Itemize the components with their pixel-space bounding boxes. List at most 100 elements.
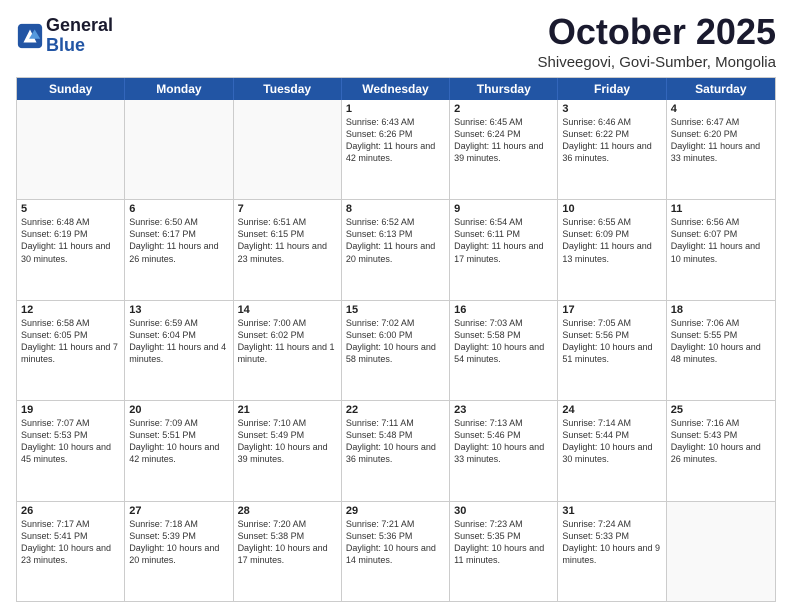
cell-info: Sunrise: 6:51 AM Sunset: 6:15 PM Dayligh… [238, 216, 337, 265]
cell-info: Sunrise: 7:06 AM Sunset: 5:55 PM Dayligh… [671, 317, 771, 366]
cell-info: Sunrise: 7:17 AM Sunset: 5:41 PM Dayligh… [21, 518, 120, 567]
cal-cell: 7Sunrise: 6:51 AM Sunset: 6:15 PM Daylig… [234, 200, 342, 299]
cell-info: Sunrise: 7:21 AM Sunset: 5:36 PM Dayligh… [346, 518, 445, 567]
cal-cell: 8Sunrise: 6:52 AM Sunset: 6:13 PM Daylig… [342, 200, 450, 299]
header-sunday: Sunday [17, 78, 125, 100]
cal-cell: 23Sunrise: 7:13 AM Sunset: 5:46 PM Dayli… [450, 401, 558, 500]
cell-info: Sunrise: 7:09 AM Sunset: 5:51 PM Dayligh… [129, 417, 228, 466]
cal-cell: 20Sunrise: 7:09 AM Sunset: 5:51 PM Dayli… [125, 401, 233, 500]
cal-row-2: 12Sunrise: 6:58 AM Sunset: 6:05 PM Dayli… [17, 300, 775, 400]
cal-cell: 22Sunrise: 7:11 AM Sunset: 5:48 PM Dayli… [342, 401, 450, 500]
cell-info: Sunrise: 7:20 AM Sunset: 5:38 PM Dayligh… [238, 518, 337, 567]
cal-cell: 6Sunrise: 6:50 AM Sunset: 6:17 PM Daylig… [125, 200, 233, 299]
cell-info: Sunrise: 7:18 AM Sunset: 5:39 PM Dayligh… [129, 518, 228, 567]
day-number: 5 [21, 203, 120, 215]
cal-cell: 30Sunrise: 7:23 AM Sunset: 5:35 PM Dayli… [450, 502, 558, 601]
cal-row-3: 19Sunrise: 7:07 AM Sunset: 5:53 PM Dayli… [17, 400, 775, 500]
day-number: 20 [129, 404, 228, 416]
cell-info: Sunrise: 6:59 AM Sunset: 6:04 PM Dayligh… [129, 317, 228, 366]
cal-cell: 5Sunrise: 6:48 AM Sunset: 6:19 PM Daylig… [17, 200, 125, 299]
cal-cell: 26Sunrise: 7:17 AM Sunset: 5:41 PM Dayli… [17, 502, 125, 601]
cal-cell: 25Sunrise: 7:16 AM Sunset: 5:43 PM Dayli… [667, 401, 775, 500]
cell-info: Sunrise: 6:47 AM Sunset: 6:20 PM Dayligh… [671, 116, 771, 165]
cal-cell: 21Sunrise: 7:10 AM Sunset: 5:49 PM Dayli… [234, 401, 342, 500]
cal-cell: 18Sunrise: 7:06 AM Sunset: 5:55 PM Dayli… [667, 301, 775, 400]
cal-cell: 17Sunrise: 7:05 AM Sunset: 5:56 PM Dayli… [558, 301, 666, 400]
cal-cell: 2Sunrise: 6:45 AM Sunset: 6:24 PM Daylig… [450, 100, 558, 199]
cell-info: Sunrise: 7:00 AM Sunset: 6:02 PM Dayligh… [238, 317, 337, 366]
cell-info: Sunrise: 7:03 AM Sunset: 5:58 PM Dayligh… [454, 317, 553, 366]
cal-cell: 14Sunrise: 7:00 AM Sunset: 6:02 PM Dayli… [234, 301, 342, 400]
day-number: 19 [21, 404, 120, 416]
cell-info: Sunrise: 6:50 AM Sunset: 6:17 PM Dayligh… [129, 216, 228, 265]
cal-row-0: 1Sunrise: 6:43 AM Sunset: 6:26 PM Daylig… [17, 100, 775, 199]
day-number: 15 [346, 304, 445, 316]
subtitle: Shiveegovi, Govi-Sumber, Mongolia [538, 54, 776, 71]
day-number: 8 [346, 203, 445, 215]
cell-info: Sunrise: 7:14 AM Sunset: 5:44 PM Dayligh… [562, 417, 661, 466]
cal-cell: 4Sunrise: 6:47 AM Sunset: 6:20 PM Daylig… [667, 100, 775, 199]
day-number: 31 [562, 505, 661, 517]
day-number: 27 [129, 505, 228, 517]
cal-cell: 29Sunrise: 7:21 AM Sunset: 5:36 PM Dayli… [342, 502, 450, 601]
logo-text: General Blue [46, 16, 113, 56]
day-number: 7 [238, 203, 337, 215]
day-number: 11 [671, 203, 771, 215]
cell-info: Sunrise: 7:07 AM Sunset: 5:53 PM Dayligh… [21, 417, 120, 466]
header-tuesday: Tuesday [234, 78, 342, 100]
cal-cell: 3Sunrise: 6:46 AM Sunset: 6:22 PM Daylig… [558, 100, 666, 199]
day-number: 17 [562, 304, 661, 316]
day-number: 26 [21, 505, 120, 517]
cal-cell: 16Sunrise: 7:03 AM Sunset: 5:58 PM Dayli… [450, 301, 558, 400]
cell-info: Sunrise: 7:13 AM Sunset: 5:46 PM Dayligh… [454, 417, 553, 466]
day-number: 25 [671, 404, 771, 416]
day-number: 29 [346, 505, 445, 517]
day-number: 4 [671, 103, 771, 115]
cal-row-1: 5Sunrise: 6:48 AM Sunset: 6:19 PM Daylig… [17, 199, 775, 299]
day-number: 28 [238, 505, 337, 517]
day-number: 16 [454, 304, 553, 316]
day-number: 1 [346, 103, 445, 115]
header-wednesday: Wednesday [342, 78, 450, 100]
cell-info: Sunrise: 6:55 AM Sunset: 6:09 PM Dayligh… [562, 216, 661, 265]
page: General Blue October 2025 Shiveegovi, Go… [0, 0, 792, 612]
logo-icon [16, 22, 44, 50]
day-number: 22 [346, 404, 445, 416]
cal-cell: 27Sunrise: 7:18 AM Sunset: 5:39 PM Dayli… [125, 502, 233, 601]
cell-info: Sunrise: 7:11 AM Sunset: 5:48 PM Dayligh… [346, 417, 445, 466]
day-number: 23 [454, 404, 553, 416]
cell-info: Sunrise: 7:10 AM Sunset: 5:49 PM Dayligh… [238, 417, 337, 466]
cal-cell: 31Sunrise: 7:24 AM Sunset: 5:33 PM Dayli… [558, 502, 666, 601]
day-number: 30 [454, 505, 553, 517]
cell-info: Sunrise: 6:45 AM Sunset: 6:24 PM Dayligh… [454, 116, 553, 165]
cell-info: Sunrise: 6:54 AM Sunset: 6:11 PM Dayligh… [454, 216, 553, 265]
cell-info: Sunrise: 7:24 AM Sunset: 5:33 PM Dayligh… [562, 518, 661, 567]
cell-info: Sunrise: 7:16 AM Sunset: 5:43 PM Dayligh… [671, 417, 771, 466]
calendar: Sunday Monday Tuesday Wednesday Thursday… [16, 77, 776, 602]
header-saturday: Saturday [667, 78, 775, 100]
day-number: 9 [454, 203, 553, 215]
cell-info: Sunrise: 6:58 AM Sunset: 6:05 PM Dayligh… [21, 317, 120, 366]
cal-cell: 15Sunrise: 7:02 AM Sunset: 6:00 PM Dayli… [342, 301, 450, 400]
day-number: 18 [671, 304, 771, 316]
cell-info: Sunrise: 6:46 AM Sunset: 6:22 PM Dayligh… [562, 116, 661, 165]
calendar-header: Sunday Monday Tuesday Wednesday Thursday… [17, 78, 775, 100]
cal-cell: 28Sunrise: 7:20 AM Sunset: 5:38 PM Dayli… [234, 502, 342, 601]
day-number: 24 [562, 404, 661, 416]
cell-info: Sunrise: 6:56 AM Sunset: 6:07 PM Dayligh… [671, 216, 771, 265]
cell-info: Sunrise: 7:05 AM Sunset: 5:56 PM Dayligh… [562, 317, 661, 366]
month-title: October 2025 [538, 12, 776, 52]
cell-info: Sunrise: 7:02 AM Sunset: 6:00 PM Dayligh… [346, 317, 445, 366]
calendar-body: 1Sunrise: 6:43 AM Sunset: 6:26 PM Daylig… [17, 100, 775, 601]
cal-row-4: 26Sunrise: 7:17 AM Sunset: 5:41 PM Dayli… [17, 501, 775, 601]
header: General Blue October 2025 Shiveegovi, Go… [16, 12, 776, 71]
cal-cell: 10Sunrise: 6:55 AM Sunset: 6:09 PM Dayli… [558, 200, 666, 299]
cal-cell [234, 100, 342, 199]
day-number: 12 [21, 304, 120, 316]
cal-cell: 24Sunrise: 7:14 AM Sunset: 5:44 PM Dayli… [558, 401, 666, 500]
title-block: October 2025 Shiveegovi, Govi-Sumber, Mo… [538, 12, 776, 71]
day-number: 13 [129, 304, 228, 316]
cal-cell [17, 100, 125, 199]
header-friday: Friday [558, 78, 666, 100]
day-number: 21 [238, 404, 337, 416]
